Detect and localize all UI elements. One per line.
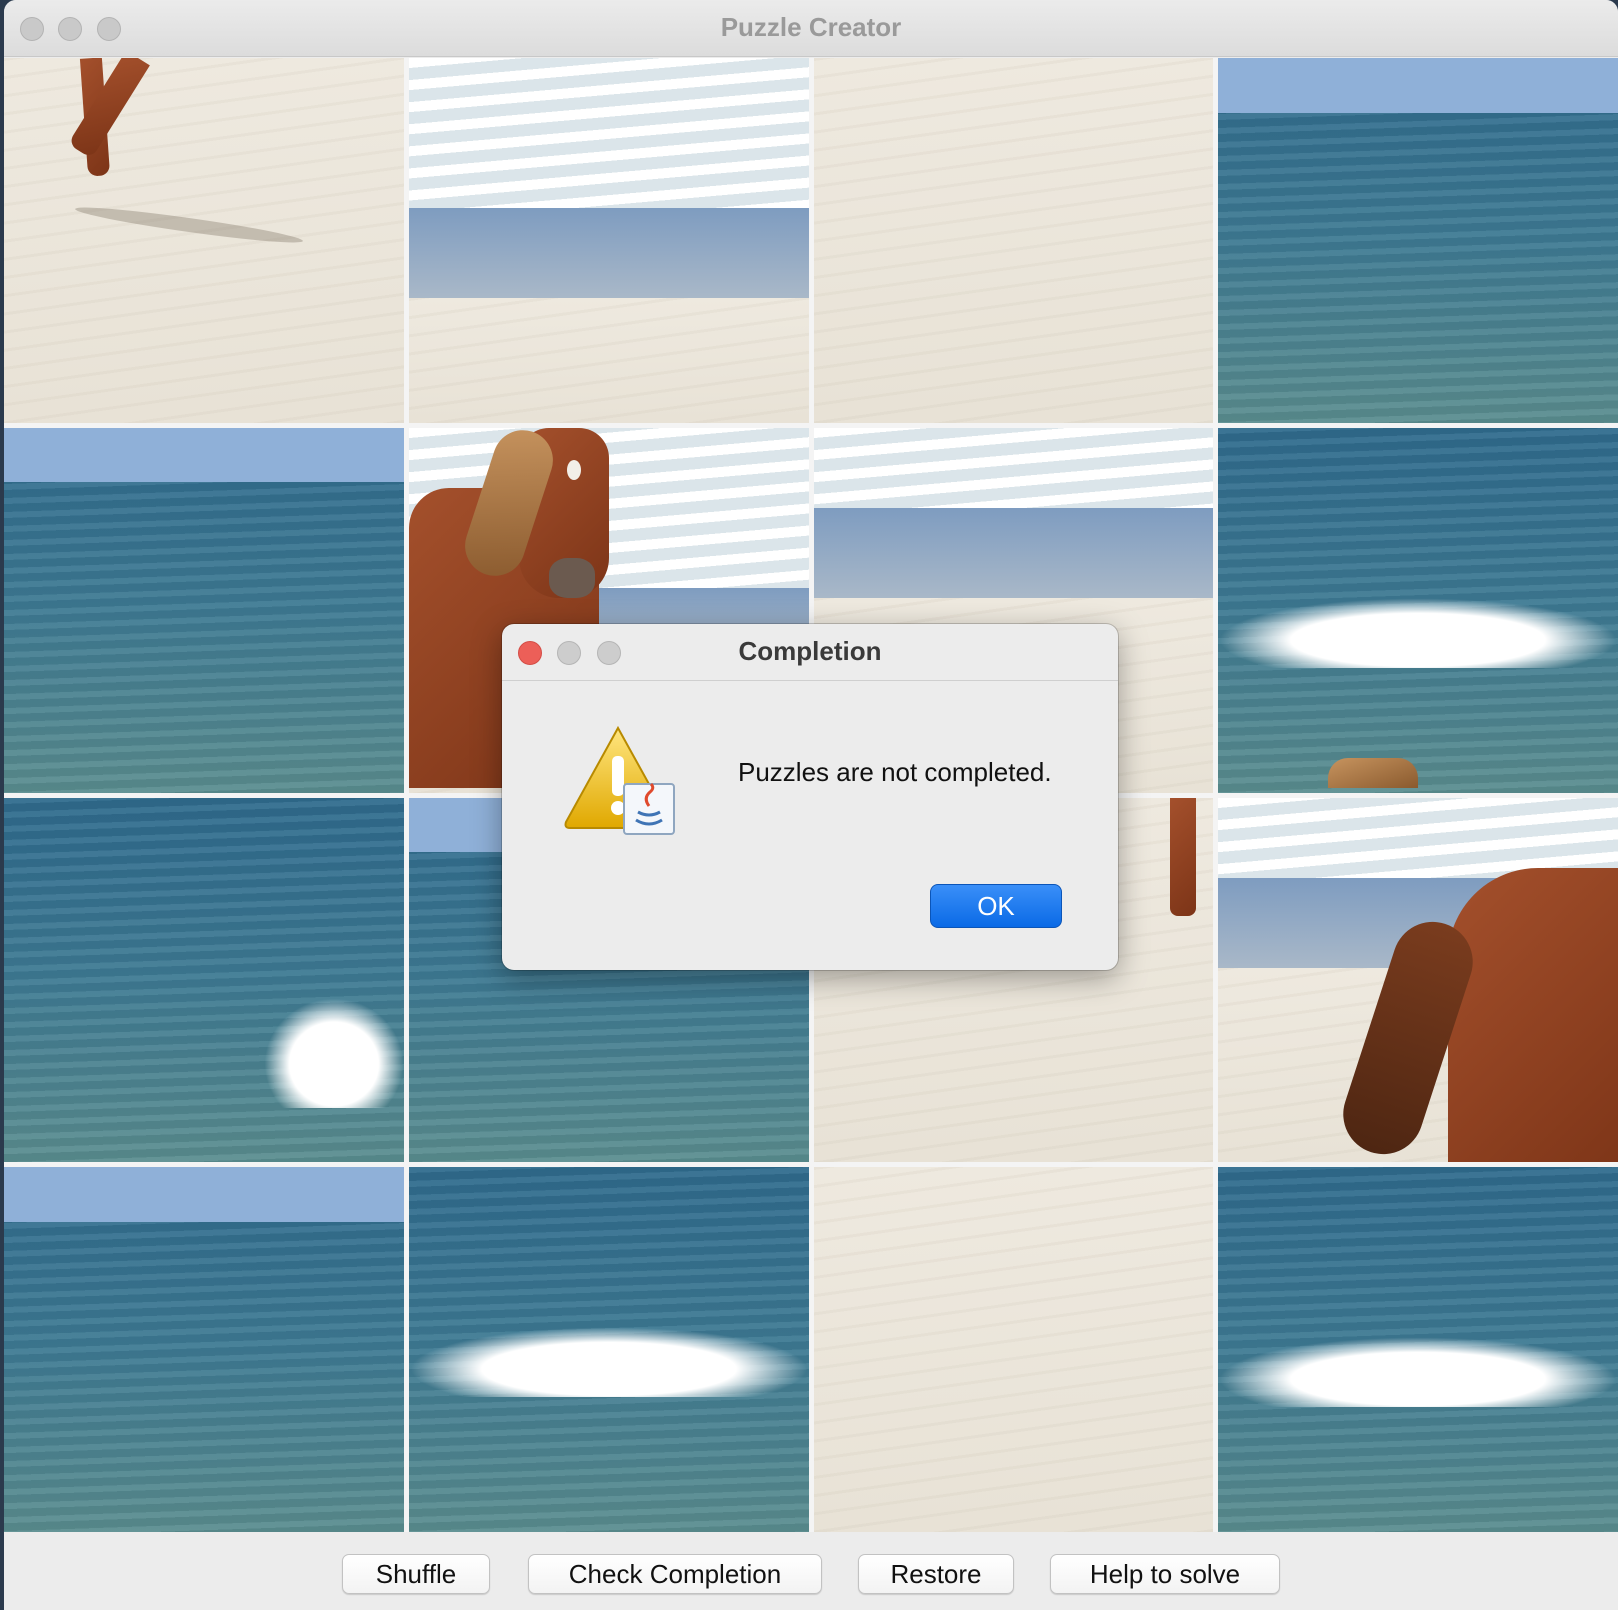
restore-button[interactable]: Restore [858, 1554, 1014, 1594]
puzzle-tile-2[interactable] [408, 58, 809, 423]
dialog-title: Completion [738, 636, 882, 666]
puzzle-tile-1[interactable] [4, 58, 404, 423]
puzzle-tile-4[interactable] [1218, 58, 1618, 423]
puzzle-tile-14[interactable] [408, 1167, 809, 1532]
ok-button[interactable]: OK [930, 884, 1062, 928]
puzzle-tile-8[interactable] [1218, 427, 1618, 793]
window-title: Puzzle Creator [720, 12, 902, 42]
java-badge-icon [623, 782, 675, 835]
dialog-message: Puzzles are not completed. [738, 757, 1052, 787]
puzzle-tile-9[interactable] [4, 797, 404, 1163]
completion-dialog: Completion Puzzles are not completed. OK [502, 624, 1118, 970]
check-completion-button[interactable]: Check Completion [528, 1554, 822, 1594]
dialog-title-bar[interactable]: Completion [502, 624, 1118, 681]
title-bar[interactable]: Puzzle Creator [4, 0, 1618, 57]
puzzle-tile-15[interactable] [813, 1167, 1214, 1532]
warning-icon [564, 725, 675, 835]
puzzle-tile-12[interactable] [1218, 797, 1618, 1163]
shuffle-button[interactable]: Shuffle [342, 1554, 490, 1594]
puzzle-tile-13[interactable] [4, 1167, 404, 1532]
puzzle-tile-5[interactable] [4, 427, 404, 793]
puzzle-tile-16[interactable] [1218, 1167, 1618, 1532]
puzzle-tile-3[interactable] [813, 58, 1214, 423]
toolbar: Shuffle Check Completion Restore Help to… [4, 1532, 1618, 1610]
help-to-solve-button[interactable]: Help to solve [1050, 1554, 1280, 1594]
